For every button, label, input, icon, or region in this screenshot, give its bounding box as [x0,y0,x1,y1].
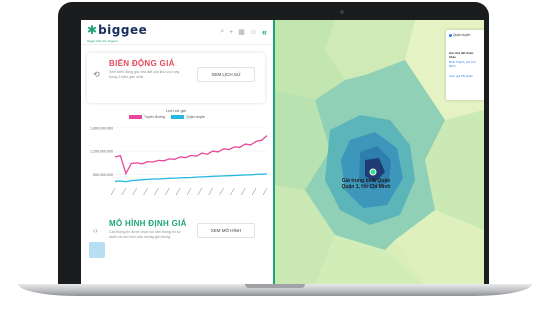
x-tick-mark [241,187,246,196]
history-icon: ⟲ [93,70,100,79]
x-tick-mark [143,187,148,196]
camera-icon [340,10,344,14]
x-tick-mark [262,187,268,196]
location-pin-icon[interactable] [369,168,377,176]
price-change-card: ⟲ BIẾN ĐỘNG GIÁ Xem biến động giá nhà đấ… [87,53,265,103]
laptop-notch [245,284,305,288]
price-change-description: Xem biến động giá nhà đất của khu vực nà… [109,70,180,79]
logo[interactable]: ✱biggee bigger than the biggest [87,21,147,43]
x-tick-mark [175,187,181,196]
screen: ✱biggee bigger than the biggest ⌕ + ▦ ☺ … [81,20,484,285]
price-change-title: BIẾN ĐỘNG GIÁ [109,59,175,68]
y-tick-label: 1,800,000,000 [90,126,113,130]
chart-svg: 1,800,000,000 1,200,000,000 600,000,000 [90,126,268,196]
valuation-description: Các thông tin được chọn lọc làm thông ti… [109,230,181,239]
map-area-name: Quận 1, Hồ Chí Minh [341,184,391,190]
logo-mark-icon: ✱ [87,23,98,37]
radio-dot-icon [449,33,452,37]
info-link-district[interactable]: Bình Thạnh, Hồ Chí Minh [449,60,481,68]
valuation-title: MÔ HÌNH ĐỊNH GIÁ [109,219,187,228]
x-tick-mark [121,187,127,196]
code-icon: ‹› [93,228,98,235]
logo-tagline: bigger than the biggest [87,39,118,43]
map-area-label: Giá trung bình Quận Quận 1, Hồ Chí Minh [341,178,391,190]
x-tick-mark [132,187,137,196]
top-bar: ✱biggee bigger than the biggest ⌕ + ▦ ☺ … [81,20,273,45]
info-link-average[interactable]: Xem giá TB Quận [449,74,481,78]
x-tick-mark [165,187,170,196]
grid-icon[interactable]: ▦ [238,28,245,36]
x-tick-mark [219,187,224,196]
x-tick-mark [110,187,116,196]
x-tick-mark [197,187,203,196]
x-tick-mark [251,187,257,196]
price-history-chart: Lịch sử giá Tuyến đường Quận huyện 1,800… [81,108,271,200]
map[interactable]: Giá trung bình Quận Quận 1, Hồ Chí Minh … [275,20,484,285]
logo-text: biggee [98,23,148,37]
header-icons: ⌕ + ▦ ☺ « [220,27,267,37]
info-title: Giá nhà đất tham khảo [449,51,474,59]
view-history-button[interactable]: XEM LỊCH SỬ [197,67,255,82]
x-tick-mark [208,187,213,196]
series-line[interactable] [114,173,268,183]
plus-icon[interactable]: + [229,29,233,36]
side-panel: ✱biggee bigger than the biggest ⌕ + ▦ ☺ … [81,20,275,285]
collapse-icon[interactable]: « [262,27,267,37]
x-tick-mark [186,187,192,196]
x-tick-mark [154,187,159,196]
scroll-button[interactable] [89,242,105,258]
y-tick-label: 1,200,000,000 [90,150,113,154]
view-model-button[interactable]: XEM MÔ HÌNH [197,223,255,238]
series-line[interactable] [114,135,268,176]
layer-radio[interactable]: Quận huyện [449,33,481,37]
valuation-card: ‹› MÔ HÌNH ĐỊNH GIÁ Các thông tin được c… [87,217,265,257]
search-icon[interactable]: ⌕ [220,28,224,36]
user-icon[interactable]: ☺ [250,29,257,36]
layer-radio-label: Quận huyện [453,33,471,37]
map-info-panel: Quận huyện Giá nhà đất tham khảo Bình Th… [446,30,484,100]
x-tick-mark [230,187,235,196]
y-tick-label: 600,000,000 [93,173,113,177]
